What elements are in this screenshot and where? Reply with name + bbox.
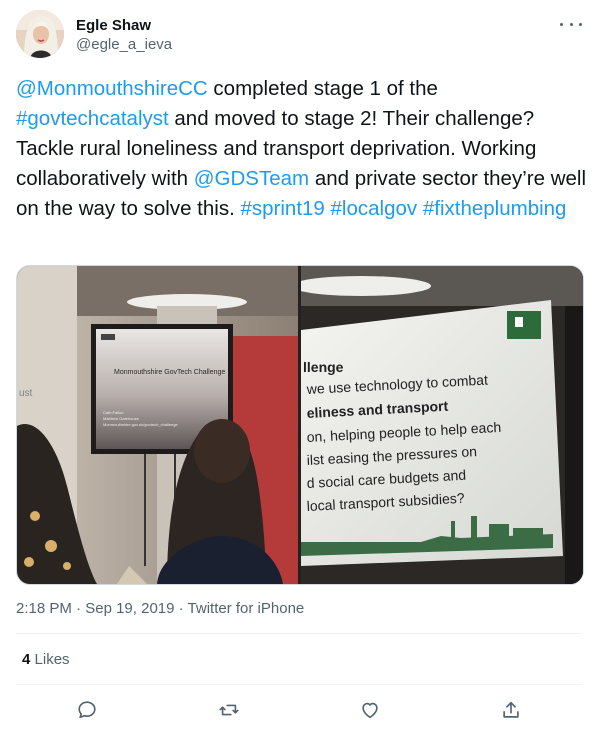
tweet-date[interactable]: Sep 19, 2019 [85, 600, 174, 617]
mention-link[interactable]: @MonmouthshireCC [16, 77, 208, 100]
more-icon[interactable] [560, 16, 582, 32]
slide-line-3: Monmouthshire.gov.uk/govtech_challenge [103, 422, 178, 427]
meta-separator: · [174, 600, 188, 617]
slide-line-1: Cath Fallon [103, 410, 123, 415]
reply-button[interactable] [69, 692, 105, 728]
likes-count[interactable]: 4 Likes [22, 651, 70, 668]
display-name[interactable]: Egle Shaw [76, 16, 172, 35]
divider [16, 633, 582, 634]
likes-number: 4 [22, 651, 31, 668]
share-icon [503, 701, 519, 718]
retweet-icon [219, 704, 239, 716]
author-names: Egle Shaw @egle_a_ieva [76, 16, 172, 54]
divider [16, 684, 582, 685]
tweet-actions [16, 692, 582, 728]
tweet-source[interactable]: Twitter for iPhone [188, 600, 305, 617]
like-button[interactable] [352, 692, 388, 728]
hashtag-link[interactable]: #localgov [331, 197, 418, 220]
tweet-time[interactable]: 2:18 PM [16, 600, 72, 617]
likes-label: Likes [34, 651, 70, 668]
meta-separator: · [71, 600, 86, 617]
tweet-text: @MonmouthshireCC completed stage 1 of th… [16, 74, 586, 224]
wall-text: ust [19, 388, 33, 399]
hashtag-link[interactable]: #fixtheplumbing [423, 197, 567, 220]
retweet-button[interactable] [211, 692, 247, 728]
photo-presentation-right[interactable]: llenge we use technology to combat eline… [301, 266, 583, 584]
slide-title: Monmouthshire GovTech Challenge [114, 369, 225, 376]
slide-line-2: Matthew Gatehouse [103, 416, 140, 421]
tweet-header: Egle Shaw @egle_a_ieva [16, 10, 582, 62]
slide-heading: llenge [303, 359, 344, 375]
user-handle[interactable]: @egle_a_ieva [76, 35, 172, 54]
share-button[interactable] [493, 692, 529, 728]
reply-icon [78, 701, 96, 719]
tweet-text-span: completed stage 1 of the [207, 77, 438, 100]
tweet-meta: 2:18 PM · Sep 19, 2019 · Twitter for iPh… [16, 600, 304, 617]
hashtag-link[interactable]: #sprint19 [240, 197, 324, 220]
hashtag-link[interactable]: #govtechcatalyst [16, 107, 169, 130]
mention-link[interactable]: @GDSTeam [194, 167, 309, 190]
heart-icon [362, 702, 378, 719]
photo-presentation-left[interactable]: Monmouthshire GovTech Challenge Cath Fal… [17, 266, 298, 584]
media-grid: Monmouthshire GovTech Challenge Cath Fal… [16, 265, 584, 585]
avatar[interactable] [16, 10, 64, 58]
